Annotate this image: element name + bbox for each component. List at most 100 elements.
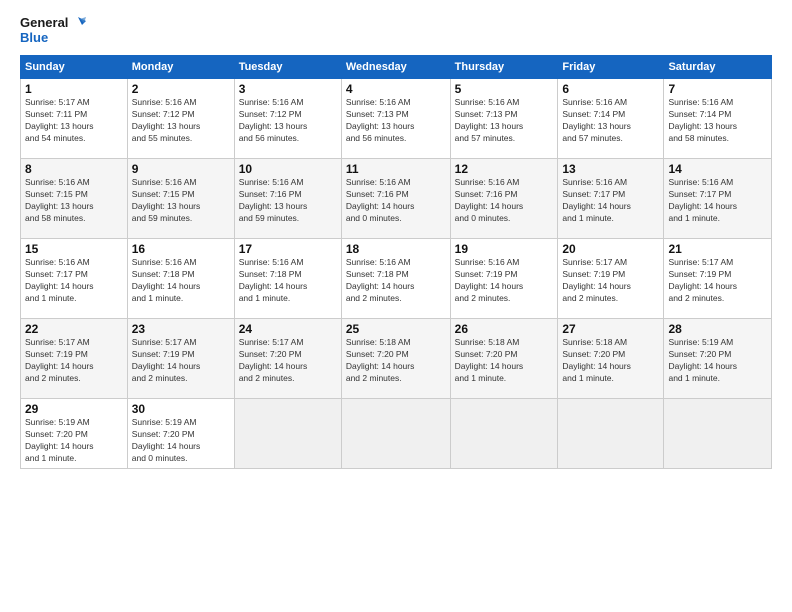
day-info: Sunrise: 5:16 AM Sunset: 7:18 PM Dayligh…	[132, 257, 230, 305]
day-number: 16	[132, 242, 230, 256]
calendar-cell: 18Sunrise: 5:16 AM Sunset: 7:18 PM Dayli…	[341, 239, 450, 319]
day-info: Sunrise: 5:16 AM Sunset: 7:13 PM Dayligh…	[346, 97, 446, 145]
day-info: Sunrise: 5:16 AM Sunset: 7:14 PM Dayligh…	[668, 97, 767, 145]
calendar-cell: 5Sunrise: 5:16 AM Sunset: 7:13 PM Daylig…	[450, 79, 558, 159]
day-info: Sunrise: 5:16 AM Sunset: 7:18 PM Dayligh…	[239, 257, 337, 305]
day-number: 18	[346, 242, 446, 256]
col-header-monday: Monday	[127, 56, 234, 79]
day-number: 17	[239, 242, 337, 256]
calendar-cell: 1Sunrise: 5:17 AM Sunset: 7:11 PM Daylig…	[21, 79, 128, 159]
day-number: 29	[25, 402, 123, 416]
calendar-cell: 19Sunrise: 5:16 AM Sunset: 7:19 PM Dayli…	[450, 239, 558, 319]
calendar-cell: 28Sunrise: 5:19 AM Sunset: 7:20 PM Dayli…	[664, 319, 772, 399]
calendar-cell: 9Sunrise: 5:16 AM Sunset: 7:15 PM Daylig…	[127, 159, 234, 239]
day-info: Sunrise: 5:16 AM Sunset: 7:17 PM Dayligh…	[25, 257, 123, 305]
day-info: Sunrise: 5:17 AM Sunset: 7:19 PM Dayligh…	[25, 337, 123, 385]
calendar-cell	[664, 399, 772, 469]
calendar-page: General Blue SundayMondayTuesdayWednesda…	[0, 0, 792, 612]
day-info: Sunrise: 5:19 AM Sunset: 7:20 PM Dayligh…	[25, 417, 123, 465]
day-info: Sunrise: 5:16 AM Sunset: 7:18 PM Dayligh…	[346, 257, 446, 305]
day-number: 15	[25, 242, 123, 256]
calendar-cell	[234, 399, 341, 469]
day-info: Sunrise: 5:17 AM Sunset: 7:11 PM Dayligh…	[25, 97, 123, 145]
day-number: 21	[668, 242, 767, 256]
day-info: Sunrise: 5:16 AM Sunset: 7:16 PM Dayligh…	[455, 177, 554, 225]
day-info: Sunrise: 5:17 AM Sunset: 7:19 PM Dayligh…	[132, 337, 230, 385]
col-header-tuesday: Tuesday	[234, 56, 341, 79]
logo: General Blue	[20, 15, 86, 45]
calendar-cell: 25Sunrise: 5:18 AM Sunset: 7:20 PM Dayli…	[341, 319, 450, 399]
calendar-cell: 11Sunrise: 5:16 AM Sunset: 7:16 PM Dayli…	[341, 159, 450, 239]
day-info: Sunrise: 5:19 AM Sunset: 7:20 PM Dayligh…	[668, 337, 767, 385]
day-number: 24	[239, 322, 337, 336]
day-number: 23	[132, 322, 230, 336]
calendar-cell: 15Sunrise: 5:16 AM Sunset: 7:17 PM Dayli…	[21, 239, 128, 319]
calendar-cell	[558, 399, 664, 469]
calendar-cell: 20Sunrise: 5:17 AM Sunset: 7:19 PM Dayli…	[558, 239, 664, 319]
calendar-cell: 17Sunrise: 5:16 AM Sunset: 7:18 PM Dayli…	[234, 239, 341, 319]
calendar-cell: 30Sunrise: 5:19 AM Sunset: 7:20 PM Dayli…	[127, 399, 234, 469]
day-number: 26	[455, 322, 554, 336]
calendar-cell: 26Sunrise: 5:18 AM Sunset: 7:20 PM Dayli…	[450, 319, 558, 399]
col-header-sunday: Sunday	[21, 56, 128, 79]
calendar-cell: 14Sunrise: 5:16 AM Sunset: 7:17 PM Dayli…	[664, 159, 772, 239]
calendar-cell: 16Sunrise: 5:16 AM Sunset: 7:18 PM Dayli…	[127, 239, 234, 319]
calendar-cell	[341, 399, 450, 469]
calendar-week-1: 1Sunrise: 5:17 AM Sunset: 7:11 PM Daylig…	[21, 79, 772, 159]
day-number: 28	[668, 322, 767, 336]
day-info: Sunrise: 5:17 AM Sunset: 7:19 PM Dayligh…	[562, 257, 659, 305]
col-header-wednesday: Wednesday	[341, 56, 450, 79]
day-info: Sunrise: 5:16 AM Sunset: 7:17 PM Dayligh…	[668, 177, 767, 225]
calendar-table: SundayMondayTuesdayWednesdayThursdayFrid…	[20, 55, 772, 469]
day-info: Sunrise: 5:16 AM Sunset: 7:14 PM Dayligh…	[562, 97, 659, 145]
day-info: Sunrise: 5:16 AM Sunset: 7:16 PM Dayligh…	[346, 177, 446, 225]
day-info: Sunrise: 5:17 AM Sunset: 7:19 PM Dayligh…	[668, 257, 767, 305]
header: General Blue	[20, 15, 772, 45]
day-number: 7	[668, 82, 767, 96]
logo-bird-icon	[70, 15, 86, 31]
calendar-cell: 3Sunrise: 5:16 AM Sunset: 7:12 PM Daylig…	[234, 79, 341, 159]
day-number: 3	[239, 82, 337, 96]
day-info: Sunrise: 5:16 AM Sunset: 7:15 PM Dayligh…	[25, 177, 123, 225]
day-number: 6	[562, 82, 659, 96]
calendar-cell	[450, 399, 558, 469]
calendar-cell: 24Sunrise: 5:17 AM Sunset: 7:20 PM Dayli…	[234, 319, 341, 399]
day-number: 10	[239, 162, 337, 176]
day-number: 27	[562, 322, 659, 336]
day-number: 12	[455, 162, 554, 176]
calendar-cell: 29Sunrise: 5:19 AM Sunset: 7:20 PM Dayli…	[21, 399, 128, 469]
calendar-cell: 22Sunrise: 5:17 AM Sunset: 7:19 PM Dayli…	[21, 319, 128, 399]
logo-blue: Blue	[20, 31, 86, 45]
day-number: 14	[668, 162, 767, 176]
calendar-header-row: SundayMondayTuesdayWednesdayThursdayFrid…	[21, 56, 772, 79]
calendar-week-5: 29Sunrise: 5:19 AM Sunset: 7:20 PM Dayli…	[21, 399, 772, 469]
day-number: 1	[25, 82, 123, 96]
calendar-cell: 6Sunrise: 5:16 AM Sunset: 7:14 PM Daylig…	[558, 79, 664, 159]
day-number: 19	[455, 242, 554, 256]
day-number: 4	[346, 82, 446, 96]
calendar-cell: 2Sunrise: 5:16 AM Sunset: 7:12 PM Daylig…	[127, 79, 234, 159]
col-header-thursday: Thursday	[450, 56, 558, 79]
col-header-saturday: Saturday	[664, 56, 772, 79]
calendar-cell: 23Sunrise: 5:17 AM Sunset: 7:19 PM Dayli…	[127, 319, 234, 399]
calendar-week-4: 22Sunrise: 5:17 AM Sunset: 7:19 PM Dayli…	[21, 319, 772, 399]
day-info: Sunrise: 5:16 AM Sunset: 7:17 PM Dayligh…	[562, 177, 659, 225]
day-info: Sunrise: 5:18 AM Sunset: 7:20 PM Dayligh…	[346, 337, 446, 385]
day-number: 8	[25, 162, 123, 176]
day-number: 5	[455, 82, 554, 96]
calendar-cell: 4Sunrise: 5:16 AM Sunset: 7:13 PM Daylig…	[341, 79, 450, 159]
calendar-cell: 12Sunrise: 5:16 AM Sunset: 7:16 PM Dayli…	[450, 159, 558, 239]
calendar-cell: 7Sunrise: 5:16 AM Sunset: 7:14 PM Daylig…	[664, 79, 772, 159]
calendar-week-3: 15Sunrise: 5:16 AM Sunset: 7:17 PM Dayli…	[21, 239, 772, 319]
day-number: 25	[346, 322, 446, 336]
day-info: Sunrise: 5:16 AM Sunset: 7:15 PM Dayligh…	[132, 177, 230, 225]
logo-general: General	[20, 16, 68, 30]
calendar-cell: 21Sunrise: 5:17 AM Sunset: 7:19 PM Dayli…	[664, 239, 772, 319]
day-info: Sunrise: 5:16 AM Sunset: 7:19 PM Dayligh…	[455, 257, 554, 305]
col-header-friday: Friday	[558, 56, 664, 79]
day-info: Sunrise: 5:16 AM Sunset: 7:12 PM Dayligh…	[132, 97, 230, 145]
day-number: 22	[25, 322, 123, 336]
day-info: Sunrise: 5:16 AM Sunset: 7:12 PM Dayligh…	[239, 97, 337, 145]
day-number: 13	[562, 162, 659, 176]
day-number: 30	[132, 402, 230, 416]
